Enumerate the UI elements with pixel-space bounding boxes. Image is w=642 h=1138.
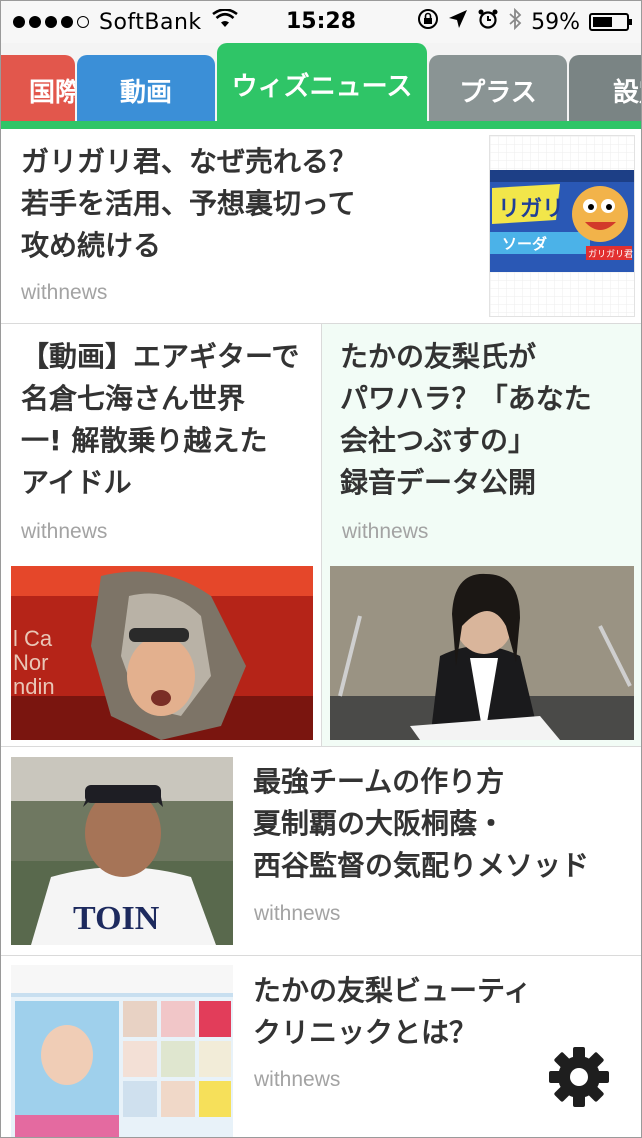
article-thumbnail: リガリ ソーダ ガリガリ君: [489, 135, 635, 317]
article-thumbnail: l Ca Nor ndin: [11, 566, 313, 740]
svg-text:Nor: Nor: [13, 650, 48, 675]
article-card[interactable]: 【動画】エアギターで 名倉七海さん世界 一! 解散乗り越えた アイドル with…: [1, 324, 321, 746]
tab-underline: [1, 121, 641, 129]
article-card[interactable]: ガリガリ君、なぜ売れる？ 若手を活用、予想裏切って 攻め続ける withnews…: [1, 129, 641, 323]
tab-label: 設定: [613, 77, 641, 108]
tab-label: ウィズニュース: [231, 71, 413, 102]
alarm-icon: [477, 8, 499, 36]
tab-plus[interactable]: プラス: [429, 55, 567, 125]
headline-line: 最強チームの作り方: [253, 765, 505, 798]
article-source: withnews: [21, 520, 108, 543]
article-headline: ガリガリ君、なぜ売れる？ 若手を活用、予想裏切って 攻め続ける: [21, 141, 461, 267]
headline-line: 録音データ公開: [340, 466, 537, 499]
headline-line: 攻め続ける: [21, 229, 162, 262]
battery-icon: [589, 13, 632, 31]
headline-line: たかの友梨氏が: [340, 340, 537, 373]
headline-line: 西谷監督の気配りメソッド: [253, 849, 590, 882]
rotation-lock-icon: [417, 8, 439, 36]
article-source: withnews: [21, 281, 108, 304]
article-headline: 【動画】エアギターで 名倉七海さん世界 一! 解散乗り越えた アイドル: [21, 336, 313, 504]
article-card[interactable]: TOIN 最強チームの作り方 夏制覇の大阪桐蔭・ 西谷監督の気配りメソッド wi…: [1, 747, 641, 955]
article-card[interactable]: たかの友梨氏が パワハラ？「あなた 会社つぶすの」 録音データ公開 withne…: [322, 324, 641, 746]
tab-label: プラス: [459, 77, 537, 108]
gear-icon: [546, 1047, 612, 1114]
app-screen: SoftBank 15:28 59% 国 動画 ウィズニュース プラス 設 ガリ…: [0, 0, 642, 1138]
svg-text:ソーダ: ソーダ: [502, 235, 547, 253]
svg-text:ndin: ndin: [13, 674, 55, 699]
category-tab-bar: 国際 動画 ウィズニュース プラス 設定: [1, 43, 641, 129]
headline-line: 一! 解散乗り越えた: [21, 424, 268, 457]
svg-text:ガリガリ君: ガリガリ君: [588, 249, 633, 260]
article-thumbnail: [11, 965, 233, 1137]
svg-text:l Ca: l Ca: [13, 626, 53, 651]
article-thumbnail: [330, 566, 634, 740]
headline-line: アイドル: [21, 466, 132, 499]
tab-label: 国際: [28, 77, 75, 108]
headline-line: 夏制覇の大阪桐蔭・: [253, 807, 506, 840]
headline-line: 会社つぶすの」: [340, 424, 537, 457]
tab-settings[interactable]: 設定: [569, 55, 641, 125]
tab-video[interactable]: 動画: [77, 55, 215, 125]
status-bar: SoftBank 15:28 59%: [1, 1, 641, 43]
article-source: withnews: [254, 902, 341, 925]
article-source: withnews: [254, 1068, 341, 1091]
battery-percent: 59%: [531, 9, 580, 35]
headline-line: たかの友梨ビューティ: [253, 974, 532, 1007]
svg-text:TOIN: TOIN: [73, 900, 160, 937]
location-arrow-icon: [448, 9, 468, 35]
svg-text:リガリ: リガリ: [498, 197, 564, 222]
article-headline: たかの友梨ビューティ クリニックとは？: [253, 970, 633, 1054]
headline-line: 【動画】エアギターで: [21, 340, 300, 373]
settings-button[interactable]: [546, 1044, 612, 1110]
article-card[interactable]: たかの友梨ビューティ クリニックとは？ withnews: [1, 956, 641, 1137]
headline-line: 若手を活用、予想裏切って: [21, 187, 356, 220]
headline-line: 名倉七海さん世界: [21, 382, 246, 415]
tab-label: 動画: [119, 77, 172, 108]
headline-line: ガリガリ君、なぜ売れる？: [21, 145, 358, 178]
headline-line: パワハラ？「あなた: [340, 382, 592, 415]
article-headline: たかの友梨氏が パワハラ？「あなた 会社つぶすの」 録音データ公開: [340, 336, 632, 504]
article-headline: 最強チームの作り方 夏制覇の大阪桐蔭・ 西谷監督の気配りメソッド: [253, 761, 633, 887]
article-source: withnews: [342, 520, 429, 543]
article-thumbnail: TOIN: [11, 757, 233, 945]
bluetooth-icon: [508, 7, 522, 36]
tab-withnews[interactable]: ウィズニュース: [217, 43, 427, 125]
tab-international[interactable]: 国際: [1, 55, 75, 125]
